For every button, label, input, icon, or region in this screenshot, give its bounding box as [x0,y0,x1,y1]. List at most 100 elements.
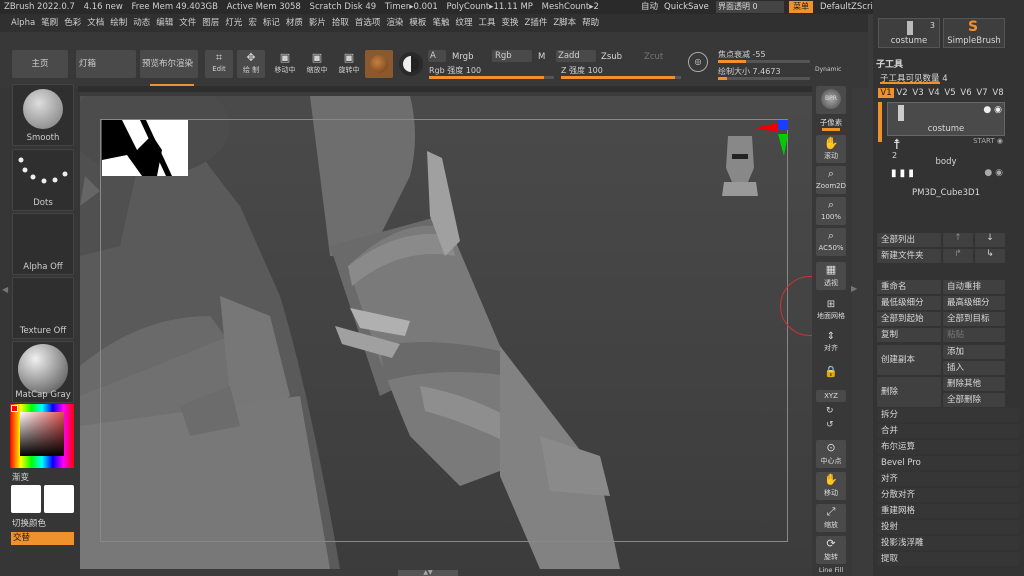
menu-item[interactable]: 拾取 [329,14,352,32]
quicksave-button[interactable]: QuickSave [664,0,709,14]
version-tab-v1[interactable]: V1 [878,88,894,98]
viewport-top-scrollbar[interactable] [78,86,814,92]
canvas-viewport[interactable] [80,96,812,569]
stroke-icon[interactable] [399,52,423,76]
new-folder-button[interactable]: 新建文件夹 [877,249,941,263]
move-view-button[interactable]: ✋ 移动 [816,472,846,500]
rename-button[interactable]: 重命名 [877,280,941,294]
preview-boolean-button[interactable]: 预览布尔渲染 [140,50,198,78]
auto-reorder-button[interactable]: 自动重排 [943,280,1005,294]
boolean-menu[interactable]: 布尔运算 [877,440,1019,454]
highest-subdiv-button[interactable]: 最高级细分 [943,296,1005,310]
menu-item[interactable]: 图层 [199,14,222,32]
material-slot[interactable]: MatCap Gray [12,341,74,403]
lowest-subdiv-button[interactable]: 最低级细分 [877,296,941,310]
mrgb-toggle[interactable]: Mrgb [452,52,473,62]
duplicate-button[interactable]: 创建副本 [877,345,941,375]
focal-shift-slider[interactable]: 焦点衰减 -55 [718,49,810,63]
floor-button[interactable]: ⊞ 地面网格 [816,298,846,322]
all-to-target-button[interactable]: 全部到目标 [943,312,1005,326]
alpha-slot[interactable]: Alpha Off [12,213,74,275]
linefill-button[interactable]: Line Fill [816,566,846,574]
dynamic-toggle[interactable]: Dynamic [815,66,841,73]
gradient-toggle[interactable]: 渐变 [12,471,29,483]
zcut-toggle[interactable]: Zcut [644,52,663,62]
subtool-item-body[interactable]: ☨ 2 START ◉ body [887,137,1005,167]
menu-item[interactable]: 模板 [406,14,429,32]
right-collapse-icon[interactable]: ▶ [851,284,857,293]
move-up-icon[interactable]: ↑ [943,233,973,247]
version-tab-v2[interactable]: V2 [894,88,910,98]
zoom2d-button[interactable]: ⌕ Zoom2D [816,166,846,194]
menu-item[interactable]: 标记 [260,14,283,32]
menu-item[interactable]: 材质 [283,14,306,32]
rotate-z-icon[interactable]: ↺ [826,420,834,430]
split-menu[interactable]: 拆分 [877,408,1019,422]
align-menu[interactable]: 对齐 [877,472,1019,486]
remesh-menu[interactable]: 重建网格 [877,504,1019,518]
menu-item[interactable]: 色彩 [61,14,84,32]
arrow-down-right-icon[interactable]: ↳ [975,249,1005,263]
menu-item[interactable]: Z脚本 [550,14,579,32]
ac50-button[interactable]: ⌕ AC50% [816,228,846,256]
menu-item[interactable]: 影片 [306,14,329,32]
zadd-toggle[interactable]: Zadd [556,50,596,62]
menu-item[interactable]: 变换 [498,14,521,32]
switch-color-button[interactable]: 切换颜色 [12,517,46,529]
a-toggle[interactable]: A [428,50,446,62]
menu-item[interactable]: 笔触 [429,14,452,32]
menu-item[interactable]: 宏 [245,14,260,32]
draw-button[interactable]: ✥ 绘 制 [237,50,265,78]
delete-button[interactable]: 删除 [877,377,941,407]
frame-button[interactable]: ⇕ 对齐 [816,330,846,354]
menu-item[interactable]: 绘制 [107,14,130,32]
delete-others-button[interactable]: 删除其他 [943,377,1005,391]
menu-item[interactable]: 工具 [475,14,498,32]
project-bas-relief-menu[interactable]: 投影浅浮雕 [877,536,1019,550]
menu-item[interactable]: Z插件 [522,14,551,32]
rotate-button[interactable]: ▣ 旋转中 [335,50,363,78]
local-symmetry-button[interactable]: 🔒 [816,360,846,384]
project-menu[interactable]: 投射 [877,520,1019,534]
extract-menu[interactable]: 提取 [877,552,1019,566]
menu-item[interactable]: 纹理 [452,14,475,32]
m-toggle[interactable]: M [538,52,545,62]
bpr-button[interactable]: BPR [816,86,846,114]
version-tab-v7[interactable]: V7 [974,88,990,98]
scale-button[interactable]: ▣ 缩放中 [303,50,331,78]
menu-item[interactable]: 帮助 [579,14,602,32]
z-intensity-slider[interactable]: Z 强度 100 [561,65,681,79]
scroll-button[interactable]: ✋ 滚动 [816,135,846,163]
menu-item[interactable]: 文件 [176,14,199,32]
subtool-item-costume[interactable]: ● ◉ costume [887,102,1005,136]
alternate-button[interactable]: 交替 [11,532,74,545]
center-button[interactable]: ⊙ 中心点 [816,440,846,468]
subtool-title[interactable]: 子工具 [876,57,903,70]
xyz-button[interactable]: XYZ [816,390,846,402]
menu-item[interactable]: 灯光 [222,14,245,32]
menu-item[interactable]: 渲染 [383,14,406,32]
eye-icon[interactable]: ● ◉ [983,105,1002,115]
rotate-y-icon[interactable]: ↻ [826,406,834,416]
eye-icon[interactable]: START ◉ [973,137,1003,145]
brush-slot[interactable]: Smooth [12,84,74,146]
menu-item[interactable]: 文档 [84,14,107,32]
menu-item[interactable]: 动态 [130,14,153,32]
stroke-slot[interactable]: Dots [12,149,74,211]
bottom-tray-handle[interactable]: ▲▼ [398,570,458,576]
lightbox-button[interactable]: 灯箱 [76,50,136,78]
menu-item[interactable]: 编辑 [153,14,176,32]
edit-button[interactable]: ⌗ Edit [205,50,233,78]
color-square[interactable] [20,412,64,456]
subpixel-slider[interactable]: 子像素 [816,117,846,128]
menu-button[interactable]: 菜单 [789,1,813,13]
move-down-icon[interactable]: ↓ [975,233,1005,247]
rgb-toggle[interactable]: Rgb [492,50,532,62]
insert-button[interactable]: 插入 [943,361,1005,375]
subtool-item-cube[interactable]: ▮ ▮ ▮ ● ◉ PM3D_Cube3D1 [887,168,1005,198]
perspective-button[interactable]: ▦ 透视 [816,262,846,290]
simplebrush-thumb[interactable]: S SimpleBrush [943,18,1005,48]
arrow-up-right-icon[interactable]: ↱ [943,249,973,263]
move-button[interactable]: ▣ 移动中 [271,50,299,78]
version-tab-v4[interactable]: V4 [926,88,942,98]
